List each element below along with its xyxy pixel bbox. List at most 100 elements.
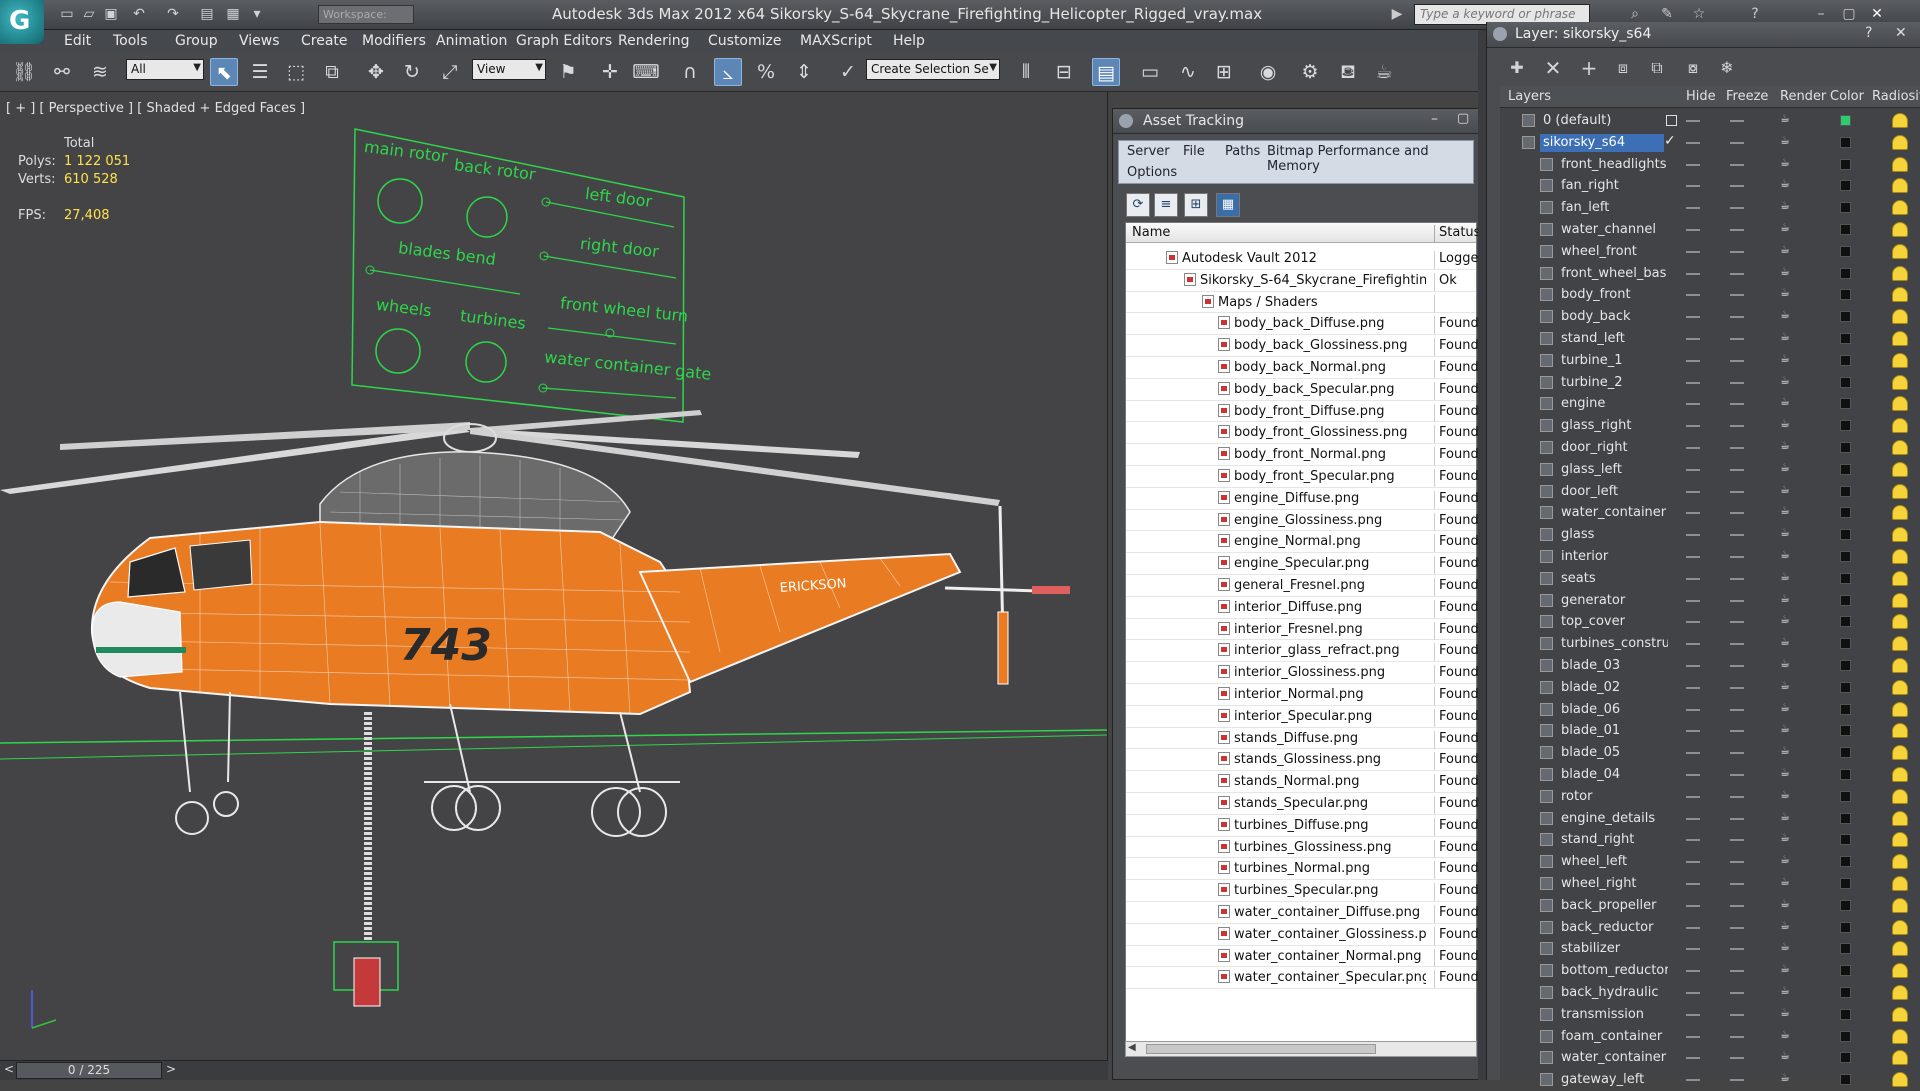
select-by-name-icon[interactable]: ☰ <box>246 58 274 86</box>
spinner-snap-icon[interactable]: ⇕ <box>790 58 818 86</box>
layer-freeze-toggle[interactable] <box>1730 992 1744 994</box>
layer-freeze-toggle[interactable] <box>1730 425 1744 428</box>
render-teapot-icon[interactable]: ☕ <box>1780 1028 1794 1042</box>
layer-freeze-toggle[interactable] <box>1730 883 1744 885</box>
new-file-icon[interactable]: ▭ <box>56 4 78 24</box>
layer-hide-toggle[interactable] <box>1686 250 1700 253</box>
select-and-rotate-icon[interactable]: ↻ <box>398 58 426 86</box>
layer-hide-toggle[interactable] <box>1686 861 1700 864</box>
viewport-label[interactable]: [ + ] [ Perspective ] [ Shaded + Edged F… <box>6 101 305 116</box>
layer-freeze-toggle[interactable] <box>1730 1035 1744 1038</box>
layer-freeze-toggle[interactable] <box>1730 163 1744 166</box>
layer-name[interactable]: engine_details <box>1558 810 1668 828</box>
layer-name[interactable]: back_hydraulic <box>1558 984 1668 1002</box>
render-production-icon[interactable]: ☕ <box>1370 58 1398 86</box>
layer-color-swatch[interactable] <box>1840 398 1851 410</box>
asset-row[interactable]: engine_Specular.png Found <box>1126 553 1478 575</box>
render-teapot-icon[interactable]: ☕ <box>1780 265 1794 279</box>
layer-name[interactable]: glass_right <box>1558 417 1668 435</box>
render-teapot-icon[interactable]: ☕ <box>1780 1071 1794 1085</box>
layer-row[interactable]: body_front ☕ <box>1500 284 1920 306</box>
rendered-frame-window-icon[interactable]: ⛾ <box>1334 58 1362 86</box>
list-view-icon[interactable]: ≡ <box>1154 193 1178 217</box>
layer-hide-toggle[interactable] <box>1686 883 1700 885</box>
layer-name[interactable]: gateway_left <box>1558 1071 1668 1089</box>
layer-name[interactable]: water_container <box>1558 504 1668 522</box>
layer-row[interactable]: turbine_1 ☕ <box>1500 350 1920 372</box>
layer-hide-toggle[interactable] <box>1686 229 1700 231</box>
layer-name[interactable]: glass_left <box>1558 461 1668 479</box>
radiosity-icon[interactable] <box>1892 440 1908 455</box>
radiosity-icon[interactable] <box>1892 222 1908 237</box>
highlight-selected-layer-icon[interactable]: ⧉ <box>1644 55 1670 81</box>
layer-color-swatch[interactable] <box>1840 136 1851 148</box>
layer-freeze-toggle[interactable] <box>1730 577 1744 580</box>
layer-freeze-toggle[interactable] <box>1730 359 1744 362</box>
render-teapot-icon[interactable]: ☕ <box>1780 766 1794 780</box>
layer-color-swatch[interactable] <box>1840 202 1851 214</box>
layer-hide-toggle[interactable] <box>1686 665 1700 667</box>
column-name[interactable]: Name <box>1132 225 1170 240</box>
column-layers[interactable]: Layers <box>1508 89 1551 104</box>
layer-row[interactable]: door_right ☕ <box>1500 437 1920 459</box>
layer-name[interactable]: body_front <box>1558 286 1668 304</box>
layer-row[interactable]: body_back ☕ <box>1500 306 1920 328</box>
layer-name[interactable]: top_cover <box>1558 613 1668 631</box>
layer-color-swatch[interactable] <box>1840 747 1851 759</box>
asset-row[interactable]: body_front_Glossiness.png Found <box>1126 422 1478 445</box>
wheels-control[interactable] <box>375 328 421 374</box>
layer-color-swatch[interactable] <box>1840 1008 1851 1020</box>
layer-name[interactable]: door_right <box>1558 439 1668 457</box>
layer-color-swatch[interactable] <box>1840 354 1851 366</box>
render-teapot-icon[interactable]: ☕ <box>1780 897 1794 911</box>
radiosity-icon[interactable] <box>1892 701 1908 717</box>
turbines-control[interactable] <box>465 341 507 383</box>
menu-rendering[interactable]: Rendering <box>618 30 690 52</box>
layer-row[interactable]: water_container ☕ <box>1500 502 1920 524</box>
radiosity-icon[interactable] <box>1892 113 1908 128</box>
render-teapot-icon[interactable]: ☕ <box>1780 962 1794 976</box>
radiosity-icon[interactable] <box>1892 985 1908 1000</box>
render-teapot-icon[interactable]: ☕ <box>1780 875 1794 889</box>
hide-unhide-all-icon[interactable]: ⧇ <box>1680 55 1706 81</box>
layer-name[interactable]: engine <box>1558 395 1668 413</box>
radiosity-icon[interactable] <box>1892 265 1908 281</box>
layer-row[interactable]: blade_05 ☕ <box>1500 742 1920 764</box>
asset-menu-paths[interactable]: Paths <box>1225 144 1260 159</box>
column-radiosity[interactable]: Radiosit <box>1872 89 1920 104</box>
layer-color-swatch[interactable] <box>1840 507 1851 519</box>
layer-color-swatch[interactable] <box>1840 115 1851 126</box>
create-layer-icon[interactable]: ✚ <box>1504 55 1530 81</box>
minimize-icon[interactable]: – <box>1810 4 1832 24</box>
scroll-thumb[interactable] <box>1146 1044 1376 1054</box>
layer-color-swatch[interactable] <box>1840 376 1851 388</box>
layer-freeze-toggle[interactable] <box>1730 926 1744 929</box>
layer-freeze-toggle[interactable] <box>1730 817 1744 820</box>
layer-color-swatch[interactable] <box>1840 289 1851 301</box>
asset-row[interactable]: body_back_Normal.png Found <box>1126 357 1478 379</box>
render-teapot-icon[interactable]: ☕ <box>1780 592 1794 606</box>
asset-vertical-scrollbar[interactable] <box>1478 30 1486 1080</box>
layer-name[interactable]: front_headlights <box>1558 156 1668 174</box>
binoculars-icon[interactable]: ⌕ <box>1624 4 1646 24</box>
layer-name[interactable]: turbine_2 <box>1558 374 1668 392</box>
render-teapot-icon[interactable]: ☕ <box>1780 526 1794 540</box>
radiosity-icon[interactable] <box>1892 854 1908 870</box>
detail-view-icon[interactable]: ⊞ <box>1184 193 1208 217</box>
layer-freeze-toggle[interactable] <box>1730 534 1744 537</box>
radiosity-icon[interactable] <box>1892 374 1908 390</box>
menu-views[interactable]: Views <box>239 30 280 52</box>
layer-freeze-toggle[interactable] <box>1730 294 1744 297</box>
layer-color-swatch[interactable] <box>1840 899 1851 911</box>
asset-row[interactable]: body_back_Glossiness.png Found <box>1126 335 1478 357</box>
angle-snap-icon[interactable]: ⦣ <box>714 58 742 86</box>
render-teapot-icon[interactable]: ☕ <box>1780 374 1794 388</box>
layer-name[interactable]: blade_06 <box>1558 701 1668 719</box>
radiosity-icon[interactable] <box>1892 963 1908 979</box>
layer-hide-toggle[interactable] <box>1686 556 1700 558</box>
render-teapot-icon[interactable]: ☕ <box>1780 984 1794 998</box>
layer-freeze-toggle[interactable] <box>1730 185 1744 188</box>
layer-hide-toggle[interactable] <box>1686 120 1700 122</box>
menu-graph-editors[interactable]: Graph Editors <box>516 30 612 52</box>
radiosity-icon[interactable] <box>1892 396 1908 412</box>
